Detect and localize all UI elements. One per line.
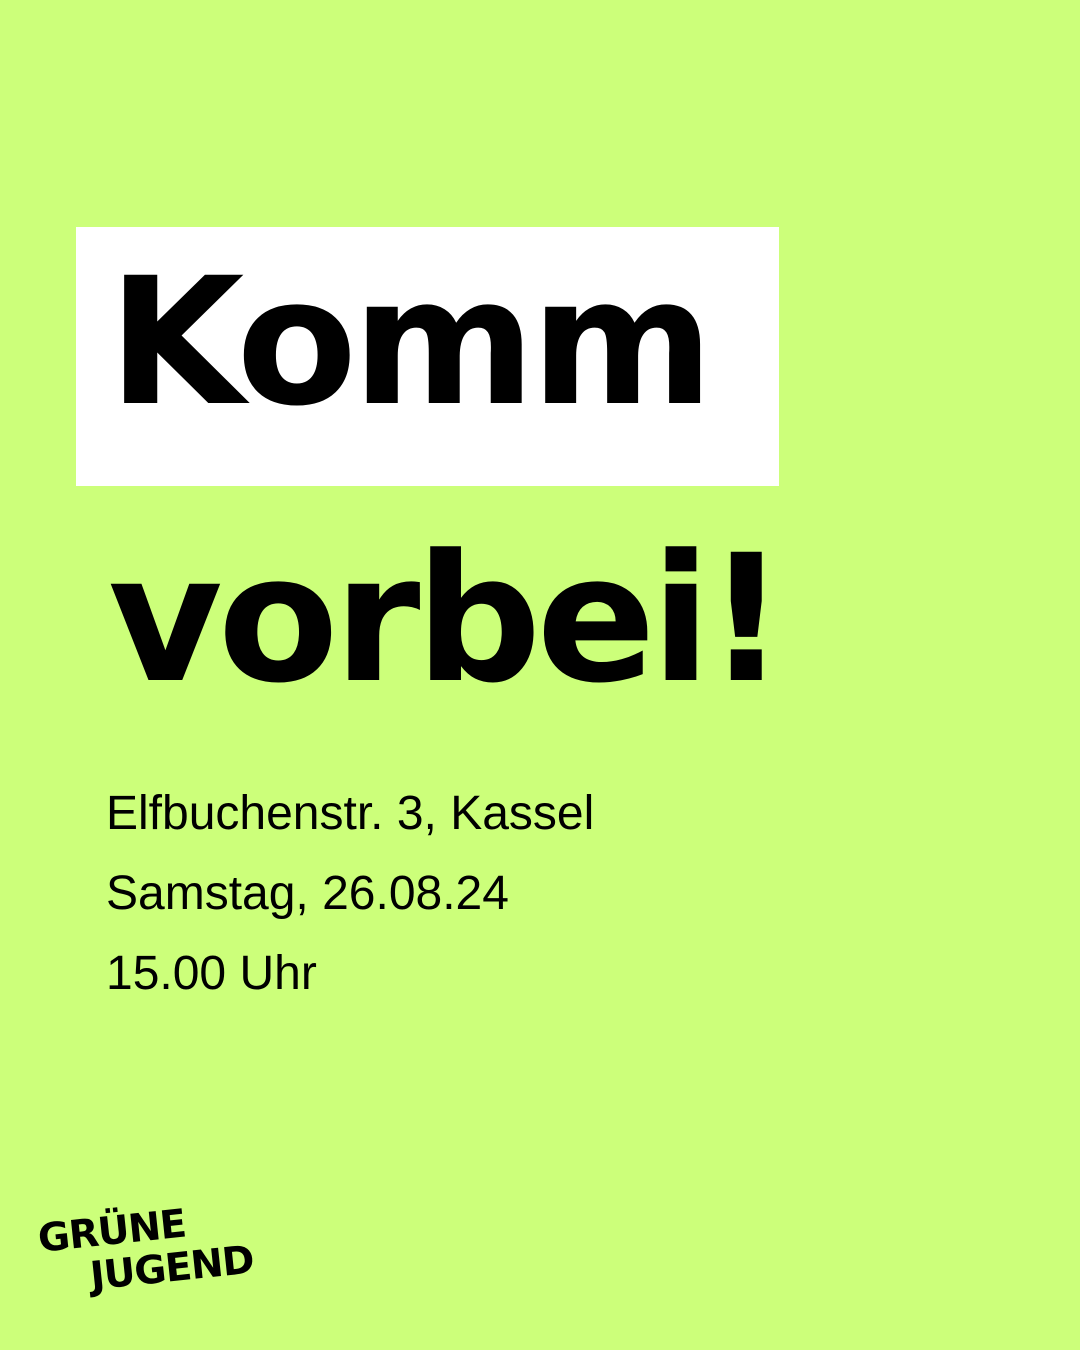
- event-time: 15.00 Uhr: [106, 947, 317, 1000]
- event-date: Samstag, 26.08.24: [106, 867, 509, 920]
- headline-line-1: Komm: [108, 240, 714, 445]
- event-poster: Komm vorbei! Elfbuchenstr. 3, Kassel Sam…: [0, 0, 1080, 1350]
- gruene-jugend-logo: GRÜNE JUGEND: [36, 1196, 256, 1304]
- headline-line-2: vorbei!: [108, 517, 786, 722]
- event-address: Elfbuchenstr. 3, Kassel: [106, 787, 595, 840]
- event-details: Elfbuchenstr. 3, Kassel Samstag, 26.08.2…: [106, 774, 594, 1014]
